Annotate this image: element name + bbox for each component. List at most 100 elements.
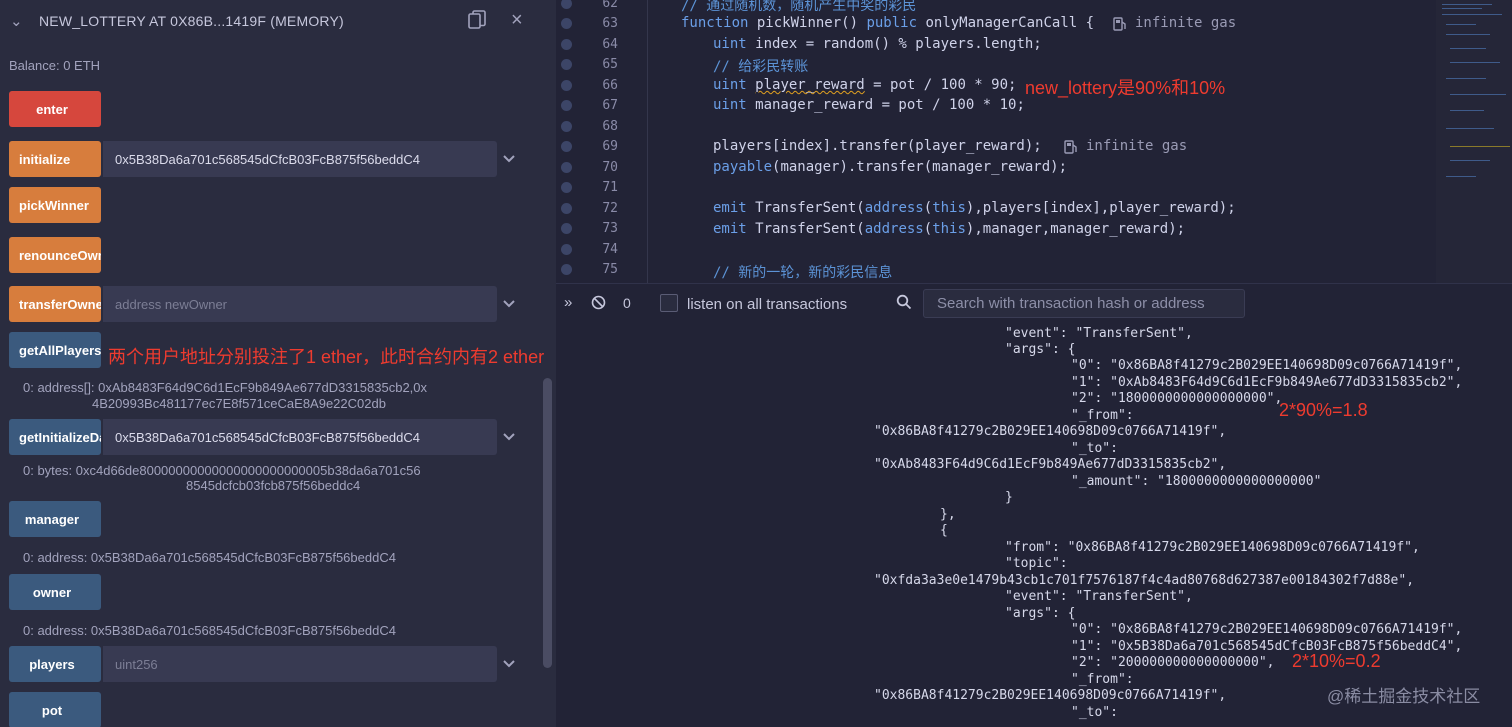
close-icon[interactable]: ×	[511, 9, 523, 32]
line-number: 72	[602, 201, 618, 216]
get-initialize-data-input[interactable]: 0x5B38Da6a701c568545dCfcB03FcB875f56bedd…	[103, 419, 497, 455]
minimap-line	[1450, 146, 1510, 147]
keyword: this	[932, 221, 966, 237]
players-button[interactable]: players	[9, 646, 101, 682]
keyword: emit	[713, 200, 747, 216]
transfer-ownership-button[interactable]: transferOwnership	[9, 286, 101, 322]
gas-estimate: infinite gas	[1086, 138, 1188, 154]
terminal-toolbar: » 0 listen on all transactions Search wi…	[556, 283, 1512, 324]
terminal-output[interactable]: "event": "TransferSent", "args": { "0": …	[556, 324, 1512, 727]
renounce-ownership-button[interactable]: renounceOwnership	[9, 237, 101, 273]
minimap-line	[1450, 62, 1500, 63]
terminal-line: },	[940, 507, 956, 522]
new-owner-input[interactable]: address newOwner	[103, 286, 497, 322]
chevron-down-icon[interactable]	[502, 152, 516, 166]
code-token: manager_reward = pot / 100 * 10;	[746, 97, 1025, 113]
chevron-down-icon[interactable]	[502, 657, 516, 671]
indent-guide	[647, 0, 648, 283]
initialize-input[interactable]: 0x5B38Da6a701c568545dCfcB03FcB875f56bedd…	[103, 141, 497, 177]
collapse-terminal-icon[interactable]: »	[564, 294, 572, 311]
code-token: (manager).transfer(manager_reward);	[772, 159, 1068, 175]
minimap-line	[1446, 78, 1486, 79]
terminal-line: "0xAb8483F64d9C6d1EcF9b849Ae677dD3315835…	[874, 457, 1227, 472]
enter-button[interactable]: enter	[9, 91, 101, 127]
get-all-players-output-line1: 0: address[]: 0xAb8483F64d9C6d1EcF9b849A…	[23, 380, 428, 395]
code-line-73: emit TransferSent(address(this),manager,…	[713, 221, 1185, 237]
get-initialize-data-output-line2: 8545dcfcb03fcb875f56beddc4	[186, 478, 361, 493]
watermark: @稀土掘金技术社区	[1327, 687, 1481, 706]
line-marker	[561, 0, 572, 9]
terminal-line: "event": "TransferSent",	[1005, 326, 1193, 341]
line-number: 67	[602, 98, 618, 113]
line-number: 70	[602, 160, 618, 175]
pot-button[interactable]: pot	[9, 692, 101, 727]
line-number: 74	[602, 242, 618, 257]
terminal-line: "from": "0x86BA8f41279c2B029EE140698D09c…	[1005, 540, 1420, 555]
initialize-button[interactable]: initialize	[9, 141, 101, 177]
line-marker	[561, 244, 572, 255]
gas-pump-icon	[1113, 17, 1126, 31]
line-marker	[561, 182, 572, 193]
line-number: 62	[602, 0, 618, 11]
minimap-line	[1450, 160, 1490, 161]
code-token: ),manager,manager_reward);	[965, 221, 1186, 237]
keyword: address	[864, 221, 924, 237]
code-token: pickWinner()	[748, 15, 867, 31]
line-number: 75	[602, 262, 618, 277]
warning-token[interactable]: player_reward	[755, 77, 865, 93]
players-annotation: 两个用户地址分别投注了1 ether，此时合约内有2 ether	[108, 347, 545, 367]
minimap-line	[1442, 4, 1492, 5]
code-line-62: // 通过随机数，随机产生中奖的彩民	[681, 0, 917, 14]
players-index-input[interactable]: uint256	[103, 646, 497, 682]
line-number: 63	[602, 16, 618, 31]
get-initialize-data-button[interactable]: getInitializeData	[9, 419, 101, 455]
code-editor[interactable]: 62 63 64 65 66 67 68 69 70 71 72 73 74 7…	[556, 0, 1436, 283]
keyword: function	[681, 15, 749, 31]
copy-icon[interactable]	[468, 10, 486, 30]
terminal-line: "_amount": "1800000000000000000"	[1071, 474, 1322, 489]
panel-scrollbar[interactable]	[543, 378, 552, 668]
terminal-line: "_to":	[1071, 441, 1118, 456]
balance-label: Balance: 0 ETH	[9, 58, 101, 73]
line-marker	[561, 203, 572, 214]
code-line-65: // 给彩民转账	[713, 59, 809, 75]
owner-button[interactable]: owner	[9, 574, 101, 610]
chevron-down-icon[interactable]	[502, 297, 516, 311]
code-token: TransferSent(	[746, 221, 865, 237]
get-all-players-button[interactable]: getAllPlayers	[9, 332, 101, 368]
code-line-69: players[index].transfer(player_reward);	[713, 138, 1042, 154]
tx-search-input[interactable]: Search with transaction hash or address	[923, 289, 1245, 318]
manager-button[interactable]: manager	[9, 501, 101, 537]
terminal-line: {	[940, 523, 948, 538]
contract-header[interactable]: ⌄ NEW_LOTTERY AT 0X86B...1419F (MEMORY) …	[0, 0, 540, 42]
line-marker	[561, 264, 572, 275]
editor-minimap[interactable]	[1436, 0, 1512, 283]
code-line-66: uint player_reward = pot / 100 * 90;	[713, 77, 1016, 93]
line-number: 71	[602, 180, 618, 195]
code-line-72: emit TransferSent(address(this),players[…	[713, 200, 1236, 216]
player-calc-annotation: 2*90%=1.8	[1279, 400, 1368, 420]
code-line-63: function pickWinner() public onlyManager…	[681, 15, 1094, 31]
chevron-down-icon[interactable]: ⌄	[10, 12, 23, 30]
terminal-line: "_to":	[1071, 705, 1118, 720]
code-token: onlyManagerCanCall {	[917, 15, 1095, 31]
pending-tx-count: 0	[623, 295, 631, 311]
code-token: (	[923, 221, 933, 237]
line-marker	[561, 39, 572, 50]
pick-winner-button[interactable]: pickWinner	[9, 187, 101, 223]
manager-output: 0: address: 0x5B38Da6a701c568545dCfcB03F…	[23, 550, 396, 565]
terminal-line: "2": "200000000000000000",	[1071, 655, 1275, 670]
terminal-line: "args": {	[1005, 342, 1076, 357]
minimap-line	[1442, 8, 1482, 9]
code-token: index = random() % players.length;	[746, 36, 1042, 52]
clear-console-icon[interactable]	[591, 295, 606, 310]
keyword: public	[866, 15, 918, 31]
chevron-down-icon[interactable]	[502, 430, 516, 444]
contract-title: NEW_LOTTERY AT 0X86B...1419F (MEMORY)	[39, 13, 344, 29]
terminal-line: "0": "0x86BA8f41279c2B029EE140698D09c076…	[1071, 622, 1463, 637]
line-number: 68	[602, 119, 618, 134]
listen-checkbox[interactable]	[660, 294, 678, 312]
line-number: 65	[602, 57, 618, 72]
terminal-line: "1": "0x5B38Da6a701c568545dCfcB03FcB875f…	[1071, 639, 1463, 654]
line-marker	[561, 100, 572, 111]
